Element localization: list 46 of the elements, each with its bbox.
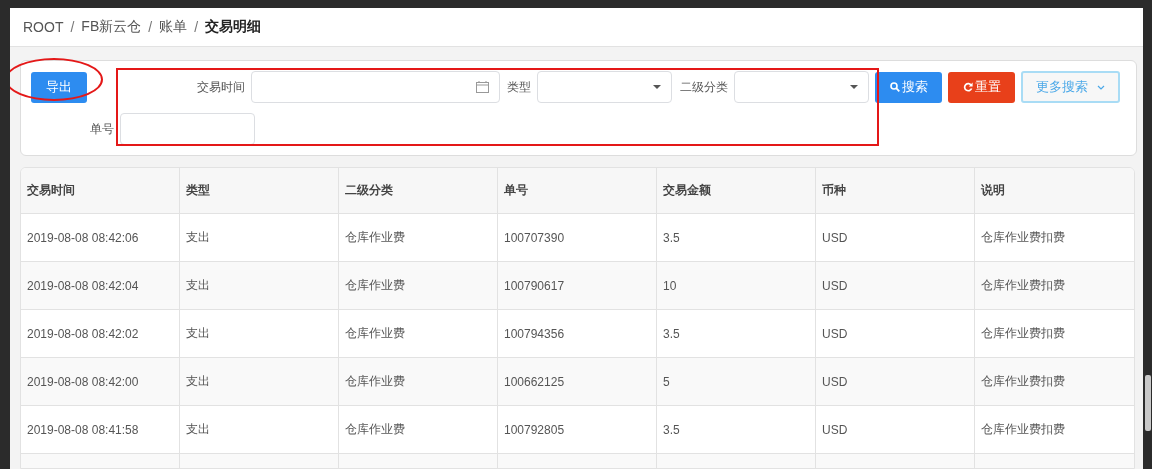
select-field[interactable] (537, 71, 672, 103)
reset-button[interactable]: 重置 (948, 71, 1015, 103)
export-button[interactable]: 导出 (31, 71, 87, 103)
chevron-down-icon (1097, 84, 1105, 90)
table-cell: 2019-08-08 08:42:04 (21, 262, 180, 310)
breadcrumb-link[interactable]: FB新云仓 (81, 18, 142, 36)
refresh-icon (962, 82, 973, 92)
column-header: 单号 (498, 168, 657, 214)
column-header: 交易时间 (21, 168, 180, 214)
dropdown-caret-icon (653, 85, 661, 89)
table-cell: 100790617 (498, 262, 657, 310)
dropdown-caret-icon (850, 85, 858, 89)
field-label: 交易时间 (196, 78, 245, 96)
breadcrumb-separator: / (148, 19, 153, 35)
table-cell: 仓库作业费 (339, 262, 498, 310)
calendar-icon (476, 81, 489, 93)
breadcrumb-current: 交易明细 (205, 18, 261, 36)
table-cell: 仓库作业费扣费 (975, 262, 1134, 310)
table-cell: 支出 (180, 262, 339, 310)
table-cell: 仓库作业费扣费 (975, 358, 1134, 406)
table-cell: 5 (657, 358, 816, 406)
scrollbar-thumb[interactable] (1145, 375, 1151, 431)
table-cell: 仓库作业费 (339, 358, 498, 406)
breadcrumb-link[interactable]: ROOT (23, 19, 64, 35)
breadcrumb-separator: / (194, 19, 198, 35)
field-label: 单号 (89, 120, 114, 138)
table-cell: 100662125 (498, 358, 657, 406)
column-header: 说明 (975, 168, 1134, 214)
table-cell: 10 (657, 262, 816, 310)
column-header: 交易金额 (657, 168, 816, 214)
breadcrumb-separator: / (70, 19, 75, 35)
date-field[interactable] (251, 71, 500, 103)
column-header: 二级分类 (339, 168, 498, 214)
table-cell: USD (816, 262, 975, 310)
table-cell: 2019-08-08 08:42:00 (21, 358, 180, 406)
table-cell: USD (816, 358, 975, 406)
field-label: 二级分类 (680, 78, 728, 96)
more-button[interactable]: 更多搜索 (1021, 71, 1120, 103)
breadcrumb-link[interactable]: 账单 (159, 18, 188, 36)
search-icon (889, 82, 900, 92)
column-header: 类型 (180, 168, 339, 214)
column-header: 币种 (816, 168, 975, 214)
field-label: 类型 (507, 78, 531, 96)
search-button[interactable]: 搜索 (875, 71, 942, 103)
select-field[interactable] (734, 71, 869, 103)
table-cell: 支出 (180, 358, 339, 406)
